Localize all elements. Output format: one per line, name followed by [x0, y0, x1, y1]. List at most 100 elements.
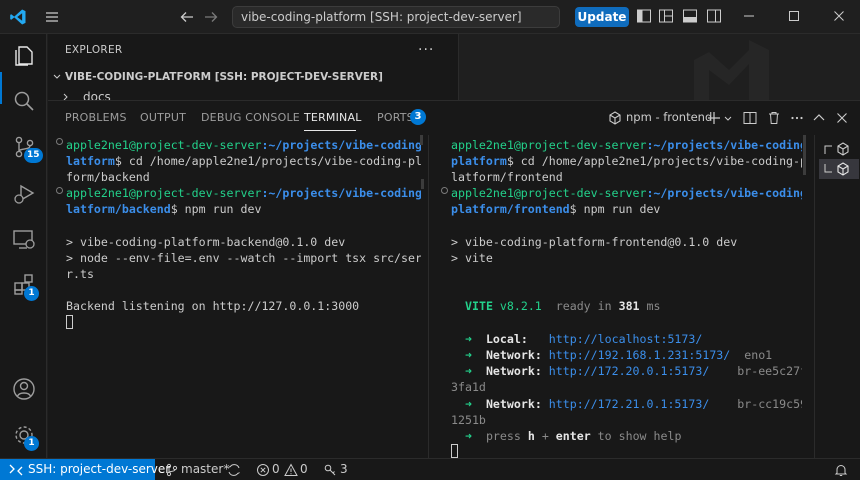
- prompt-line: latform/backend$ npm run dev: [66, 202, 262, 216]
- command-decoration-success: [56, 138, 63, 145]
- terminal-split-divider[interactable]: [428, 135, 429, 459]
- minimize-icon[interactable]: [741, 8, 757, 24]
- folder-label: docs: [83, 90, 111, 100]
- extensions-activity-button[interactable]: 1: [11, 272, 39, 301]
- toggle-panel-icon[interactable]: [682, 8, 698, 24]
- prompt-line: platform$ cd /home/apple2ne1/projects/vi…: [451, 154, 802, 168]
- terminal-line: > node --env-file=.env --watch --import …: [66, 251, 421, 265]
- kill-terminal-icon[interactable]: [766, 110, 782, 126]
- explorer-activity-button[interactable]: [11, 42, 37, 68]
- close-window-icon[interactable]: [831, 8, 847, 24]
- forwarded-ports-count[interactable]: 3: [340, 459, 348, 480]
- split-terminal-icon[interactable]: [742, 110, 758, 126]
- terminal-line: > vibe-coding-platform-backend@0.1.0 dev: [66, 235, 346, 249]
- left-terminal-scrollbar[interactable]: [420, 135, 423, 145]
- accounts-activity-button[interactable]: [11, 376, 37, 402]
- search-activity-button[interactable]: [11, 88, 37, 114]
- remote-explorer-icon: [13, 230, 35, 249]
- back-arrow-icon[interactable]: [178, 8, 196, 26]
- command-decoration: [441, 187, 448, 194]
- hamburger-menu-icon[interactable]: [44, 9, 60, 25]
- workspace-section-label: VIBE-CODING-PLATFORM [SSH: PROJECT-DEV-S…: [65, 71, 383, 83]
- close-panel-icon[interactable]: [834, 110, 850, 126]
- remote-icon: [9, 464, 23, 476]
- tab-ports[interactable]: PORTS: [377, 111, 414, 124]
- terminal-list-item[interactable]: [819, 139, 859, 159]
- bottom-panel: PROBLEMS OUTPUT DEBUG CONSOLE TERMINAL P…: [48, 100, 860, 459]
- vite-network-line: ➜ Network: http://172.20.0.1:5173/ br-ee…: [465, 364, 802, 378]
- extensions-badge: 1: [24, 286, 39, 301]
- terminal-backend[interactable]: apple2ne1@project-dev-server:~/projects/…: [48, 135, 421, 459]
- vite-help-line: ➜ press h + enter to show help: [465, 429, 682, 443]
- warning-count[interactable]: 0: [300, 459, 308, 480]
- terminal-tools-icon: [837, 142, 849, 156]
- chevron-down-icon: [53, 74, 61, 79]
- source-control-activity-button[interactable]: 15: [11, 134, 43, 163]
- prompt-line: latform$ cd /home/apple2ne1/projects/vib…: [66, 154, 421, 168]
- split-tree-bottom-icon: [824, 164, 832, 173]
- active-tab-underline: [304, 130, 356, 131]
- search-icon: [14, 91, 34, 111]
- prompt-line: apple2ne1@project-dev-server:~/projects/…: [66, 186, 421, 200]
- manage-activity-button[interactable]: 1: [11, 422, 39, 451]
- terminal-cursor: [451, 444, 458, 458]
- update-button[interactable]: Update: [575, 7, 629, 27]
- terminal-cursor: [66, 315, 73, 329]
- active-indicator: [0, 72, 2, 104]
- remote-indicator[interactable]: SSH: project-dev-server: [0, 459, 170, 480]
- account-icon: [13, 378, 35, 400]
- toggle-primary-sidebar-icon[interactable]: [636, 8, 652, 24]
- explorer-title: EXPLORER: [65, 44, 123, 56]
- explorer-more-actions[interactable]: ···: [418, 42, 434, 58]
- tab-output[interactable]: OUTPUT: [140, 111, 186, 124]
- vite-network-line: ➜ Network: http://172.21.0.1:5173/ br-cc…: [465, 397, 802, 411]
- tab-problems[interactable]: PROBLEMS: [65, 111, 127, 124]
- sync-icon[interactable]: [227, 463, 241, 477]
- git-branch-icon: [166, 463, 178, 477]
- status-bar: SSH: project-dev-server master* 0 0 3: [0, 458, 860, 480]
- notifications-bell-icon[interactable]: [834, 463, 848, 477]
- files-icon: [15, 46, 33, 66]
- tab-debug-console[interactable]: DEBUG CONSOLE: [201, 111, 300, 124]
- terminal-name[interactable]: npm - frontend: [626, 110, 712, 124]
- more-actions-icon[interactable]: [789, 110, 805, 126]
- run-debug-activity-button[interactable]: [11, 180, 37, 206]
- left-terminal-scroll-mark: [421, 179, 424, 189]
- vscode-logo-icon: [10, 9, 26, 25]
- explorer-sidebar: EXPLORER ··· VIBE-CODING-PLATFORM [SSH: …: [48, 34, 860, 100]
- prompt-line: apple2ne1@project-dev-server:~/projects/…: [451, 138, 802, 152]
- maximize-icon[interactable]: [786, 8, 802, 24]
- terminal-dropdown-chevron-icon[interactable]: [723, 110, 733, 126]
- ports-forwarded-icon: [324, 464, 336, 476]
- toggle-secondary-sidebar-icon[interactable]: [706, 8, 722, 24]
- split-tree-top-icon: [824, 145, 832, 154]
- tab-terminal[interactable]: TERMINAL: [304, 111, 362, 124]
- git-branch[interactable]: master*: [181, 459, 229, 480]
- terminal-tools-icon: [837, 162, 849, 176]
- new-terminal-icon[interactable]: [706, 110, 722, 126]
- command-center-search[interactable]: vibe-coding-platform [SSH: project-dev-s…: [232, 6, 560, 28]
- terminal-list-item[interactable]: [819, 159, 859, 179]
- activity-bar: 15 1 1: [0, 34, 47, 458]
- error-count[interactable]: 0: [272, 459, 280, 480]
- error-icon: [257, 464, 269, 476]
- prompt-line: apple2ne1@project-dev-server:~/projects/…: [451, 186, 802, 200]
- terminal-line: > vite: [451, 251, 493, 265]
- run-debug-icon: [14, 184, 35, 204]
- prompt-line: apple2ne1@project-dev-server:~/projects/…: [66, 138, 421, 152]
- right-terminal-scrollbar[interactable]: [803, 135, 806, 175]
- remote-explorer-activity-button[interactable]: [11, 226, 37, 252]
- prompt-line: platform/frontend$ npm run dev: [451, 202, 661, 216]
- source-control-badge: 15: [24, 148, 43, 163]
- customize-layout-icon[interactable]: [658, 8, 674, 24]
- command-decoration: [56, 187, 63, 194]
- terminal-frontend[interactable]: apple2ne1@project-dev-server:~/projects/…: [436, 135, 802, 459]
- terminal-line: r.ts: [66, 267, 94, 281]
- vite-local-line: ➜ Local: http://localhost:5173/: [465, 332, 703, 346]
- warning-icon: [284, 463, 298, 476]
- terminal-line: 3fa1d: [451, 380, 486, 394]
- maximize-panel-icon[interactable]: [811, 110, 827, 126]
- vite-network-line: ➜ Network: http://192.168.1.231:5173/ en…: [465, 348, 773, 362]
- forward-arrow-icon[interactable]: [202, 8, 220, 26]
- vscode-watermark-icon: [694, 40, 769, 100]
